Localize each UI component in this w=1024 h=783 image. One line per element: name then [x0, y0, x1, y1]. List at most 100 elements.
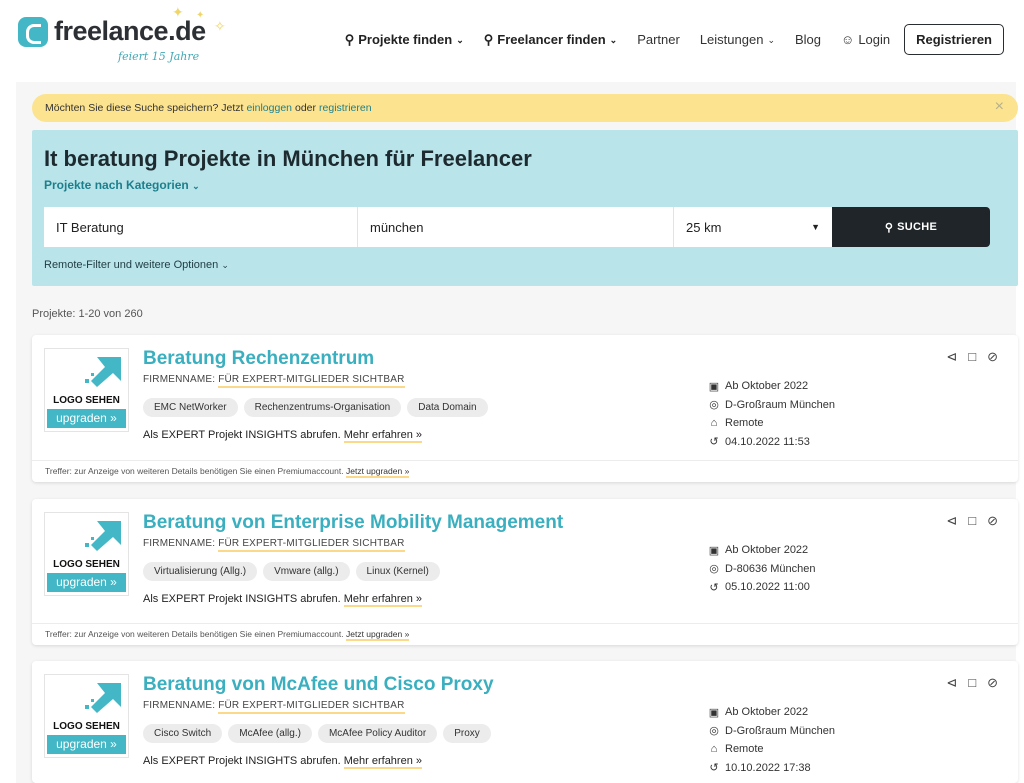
categories-link[interactable]: Projekte nach Kategorien ⌄ [44, 178, 200, 192]
card-actions: ⊲ □ ⊘ [946, 513, 998, 529]
upgrade-arrow-icon [85, 521, 121, 551]
nav-services[interactable]: Leistungen ⌄ [700, 32, 775, 47]
firm-value: FÜR EXPERT-MITGLIEDER SICHTBAR [218, 374, 405, 388]
skill-tag[interactable]: EMC NetWorker [143, 398, 238, 417]
skill-tag[interactable]: Rechenzentrums-Organisation [243, 398, 402, 417]
block-icon[interactable]: ⊘ [987, 513, 998, 529]
skill-tag[interactable]: Linux (Kernel) [355, 562, 440, 581]
footer-text: Treffer: zur Anzeige von weiteren Detail… [45, 629, 344, 639]
project-card[interactable]: LOGO SEHEN upgraden » Beratung von McAfe… [32, 661, 1018, 783]
nav-login-label: Login [858, 32, 891, 47]
search-icon: ⚲ [884, 221, 894, 234]
skill-tag[interactable]: Vmware (allg.) [263, 562, 350, 581]
project-title[interactable]: Beratung von McAfee und Cisco Proxy [143, 674, 494, 696]
history-icon: ↺ [709, 762, 719, 775]
chevron-down-icon: ⌄ [221, 260, 229, 270]
project-meta: ▣ Ab Oktober 2022 ◎ D-Großraum München ⌂ Re… [708, 377, 835, 451]
learn-more-link[interactable]: Mehr erfahren » [343, 429, 422, 443]
results-count: Projekte: 1-20 von 260 [32, 308, 143, 320]
remote-filter-toggle[interactable]: Remote-Filter und weitere Optionen ⌄ [44, 259, 229, 271]
bookmark-icon[interactable]: □ [968, 349, 976, 365]
skill-tag[interactable]: McAfee Policy Auditor [317, 724, 438, 743]
upgrade-link[interactable]: Jetzt upgraden » [345, 629, 410, 641]
calendar-icon: ▣ [708, 544, 720, 557]
firm-label: FIRMENNAME: [143, 538, 216, 549]
skill-tag[interactable]: Cisco Switch [143, 724, 223, 743]
keyword-input[interactable]: IT Beratung [44, 207, 358, 247]
company-logo-placeholder[interactable]: LOGO SEHEN upgraden » [44, 348, 129, 432]
upgrade-button[interactable]: upgraden » [47, 573, 126, 592]
nav-login[interactable]: ☺ Login [841, 32, 890, 47]
posted-date: 10.10.2022 17:38 [725, 761, 811, 774]
upgrade-button[interactable]: upgraden » [47, 409, 126, 428]
project-meta: ▣ Ab Oktober 2022 ◎ D-80636 München ↺ 05.10… [708, 541, 816, 597]
project-title[interactable]: Beratung von Enterprise Mobility Managem… [143, 512, 563, 534]
logo-see-label: LOGO SEHEN [53, 721, 120, 732]
logo-see-label: LOGO SEHEN [53, 395, 120, 406]
firm-name: FIRMENNAME: FÜR EXPERT-MITGLIEDER SICHTB… [143, 538, 405, 552]
nav-blog[interactable]: Blog [795, 32, 821, 47]
radius-value: 25 km [686, 219, 722, 235]
project-card[interactable]: LOGO SEHEN upgraden » Beratung von Enter… [32, 499, 1018, 645]
banner-register-link[interactable]: registrieren [319, 102, 372, 114]
register-button[interactable]: Registrieren [904, 24, 1004, 55]
nav-partner-label: Partner [637, 32, 680, 47]
project-meta: ▣ Ab Oktober 2022 ◎ D-Großraum München ⌂ Re… [708, 703, 835, 777]
bookmark-icon[interactable]: □ [968, 675, 976, 691]
remote-filter-label: Remote-Filter und weitere Optionen [44, 259, 219, 271]
start-date: Ab Oktober 2022 [725, 706, 809, 719]
card-actions: ⊲ □ ⊘ [946, 349, 998, 365]
location: D-Großraum München [725, 724, 836, 737]
remote-label: Remote [725, 417, 764, 430]
skill-tag[interactable]: Virtualisierung (Allg.) [143, 562, 258, 581]
banner-login-link[interactable]: einloggen [246, 102, 292, 114]
bookmark-icon[interactable]: □ [968, 513, 976, 529]
close-icon[interactable]: × [995, 98, 1004, 116]
nav-freelancers-label: Freelancer finden [497, 32, 606, 47]
firm-name: FIRMENNAME: FÜR EXPERT-MITGLIEDER SICHTB… [143, 700, 405, 714]
start-date: Ab Oktober 2022 [725, 380, 809, 393]
sparkle-icon: ✧ [214, 18, 226, 34]
share-icon[interactable]: ⊲ [946, 675, 957, 691]
start-date: Ab Oktober 2022 [725, 544, 809, 557]
user-circle-icon: ☺ [841, 32, 855, 47]
expert-text: Als EXPERT Projekt INSIGHTS abrufen. [143, 593, 341, 605]
share-icon[interactable]: ⊲ [946, 349, 957, 365]
nav-partner[interactable]: Partner [637, 32, 680, 47]
logo-see-label: LOGO SEHEN [53, 559, 120, 570]
nav-services-label: Leistungen [699, 32, 764, 47]
learn-more-link[interactable]: Mehr erfahren » [343, 755, 422, 769]
company-logo-placeholder[interactable]: LOGO SEHEN upgraden » [44, 674, 129, 758]
home-icon: ⌂ [710, 417, 718, 430]
nav-freelancers[interactable]: ⚲ Freelancer finden ⌄ [484, 32, 617, 48]
learn-more-link[interactable]: Mehr erfahren » [343, 593, 422, 607]
nav-projects[interactable]: ⚲ Projekte finden ⌄ [345, 32, 464, 48]
block-icon[interactable]: ⊘ [987, 675, 998, 691]
upgrade-button[interactable]: upgraden » [47, 735, 126, 754]
footer-text: Treffer: zur Anzeige von weiteren Detail… [45, 466, 344, 476]
radius-select[interactable]: 25 km ▼ [674, 207, 832, 247]
site-header: freelance.de ✦ ✦ ✧ feiert 15 Jahre ⚲ Pro… [0, 0, 1024, 78]
share-icon[interactable]: ⊲ [946, 513, 957, 529]
search-icon: ⚲ [483, 31, 494, 47]
upgrade-link[interactable]: Jetzt upgraden » [345, 466, 410, 478]
search-panel: It beratung Projekte in München für Free… [32, 130, 1018, 286]
chevron-down-icon: ⌄ [456, 35, 464, 45]
location-input[interactable]: münchen [358, 207, 674, 247]
search-button[interactable]: ⚲ SUCHE [832, 207, 990, 247]
calendar-icon: ▣ [708, 380, 720, 393]
block-icon[interactable]: ⊘ [987, 349, 998, 365]
company-logo-placeholder[interactable]: LOGO SEHEN upgraden » [44, 512, 129, 596]
categories-link-label: Projekte nach Kategorien [44, 178, 189, 192]
skill-tag[interactable]: Data Domain [407, 398, 488, 417]
project-title[interactable]: Beratung Rechenzentrum [143, 348, 374, 370]
expert-insights: Als EXPERT Projekt INSIGHTS abrufen. Meh… [143, 429, 422, 443]
nav-blog-label: Blog [795, 32, 822, 47]
firm-name: FIRMENNAME: FÜR EXPERT-MITGLIEDER SICHTB… [143, 374, 405, 388]
skill-tag[interactable]: McAfee (allg.) [228, 724, 312, 743]
expert-text: Als EXPERT Projekt INSIGHTS abrufen. [143, 429, 341, 441]
project-card[interactable]: LOGO SEHEN upgraden » Beratung Rechenzen… [32, 335, 1018, 482]
chevron-down-icon: ⌄ [192, 181, 200, 191]
history-icon: ↺ [709, 581, 719, 594]
skill-tag[interactable]: Proxy [443, 724, 491, 743]
